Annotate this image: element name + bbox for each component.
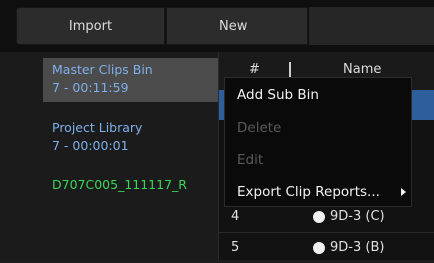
bin-duration: 7 - 00:00:01 bbox=[52, 138, 129, 153]
toolbar: Import New bbox=[0, 0, 434, 52]
circle-icon bbox=[313, 242, 325, 254]
row-number: 4 bbox=[231, 209, 240, 224]
bin-item-master-clips[interactable]: Master Clips Bin 7 - 00:11:59 bbox=[43, 58, 219, 102]
menu-item-delete: Delete bbox=[237, 120, 282, 136]
new-button[interactable]: New bbox=[166, 7, 308, 45]
row-name: 9D-3 (B) bbox=[330, 240, 385, 255]
circle-icon bbox=[313, 211, 325, 223]
chevron-right-icon bbox=[401, 188, 406, 196]
bin-item-clip[interactable]: D707C005_111117_R bbox=[52, 176, 187, 194]
column-header-name[interactable]: Name bbox=[343, 62, 381, 77]
menu-item-add-sub-bin[interactable]: Add Sub Bin bbox=[237, 87, 319, 103]
import-button[interactable]: Import bbox=[16, 7, 165, 45]
menu-item-edit: Edit bbox=[237, 152, 264, 168]
bin-name: Master Clips Bin bbox=[52, 62, 153, 77]
bin-duration: 7 - 00:11:59 bbox=[52, 80, 129, 95]
column-header-number[interactable]: # bbox=[249, 62, 260, 77]
bin-item-project-library[interactable]: Project Library 7 - 00:00:01 bbox=[52, 119, 142, 155]
bin-name: D707C005_111117_R bbox=[52, 177, 187, 192]
toolbar-spacer bbox=[309, 7, 434, 45]
menu-item-export-clip-reports[interactable]: Export Clip Reports... bbox=[237, 184, 380, 200]
bin-name: Project Library bbox=[52, 120, 143, 135]
row-name: 9D-3 (C) bbox=[330, 209, 385, 224]
table-row[interactable]: 5 9D-3 (B) bbox=[219, 233, 434, 263]
row-number: 5 bbox=[231, 240, 240, 255]
bin-panel: Master Clips Bin 7 - 00:11:59 Project Li… bbox=[0, 52, 219, 260]
context-menu: Add Sub Bin Delete Edit Export Clip Repo… bbox=[224, 77, 412, 207]
